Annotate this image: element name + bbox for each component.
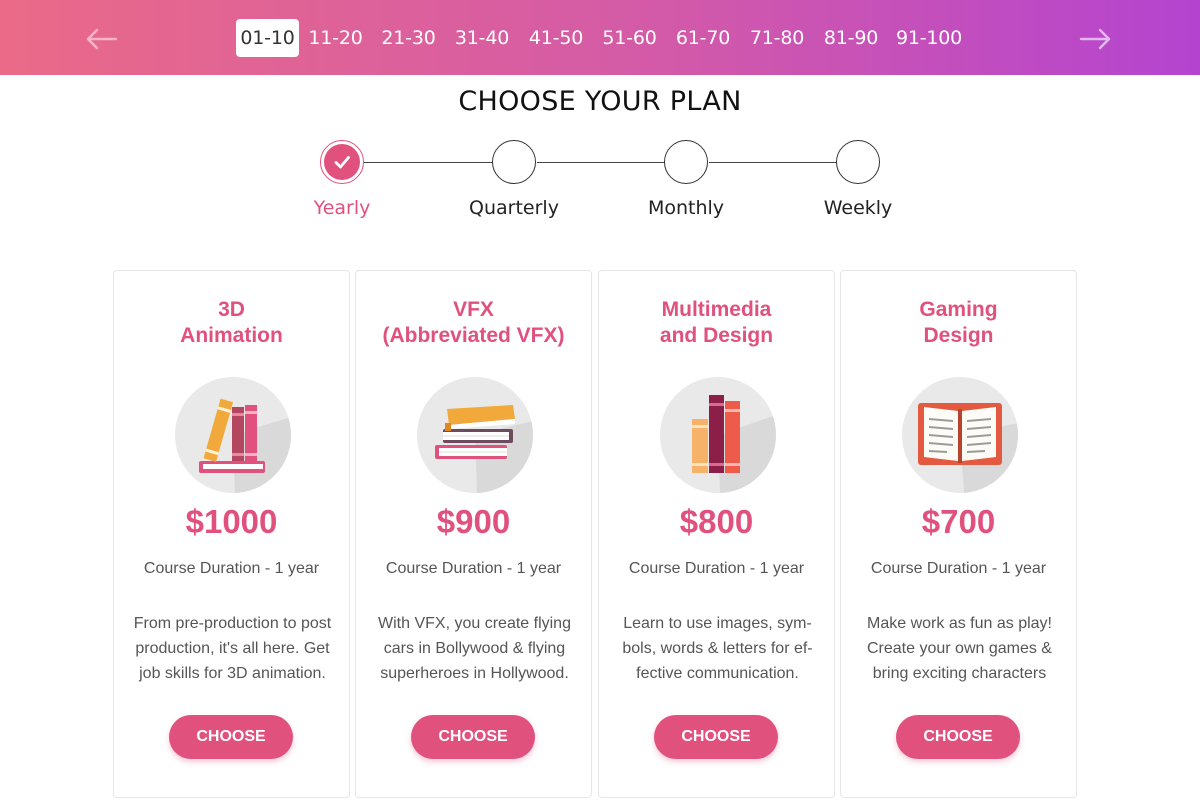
card-description-line: With VFX, you create flying xyxy=(378,615,571,632)
card-duration: Course Duration - 1 year xyxy=(628,560,805,577)
card-price: $1000 xyxy=(185,503,278,540)
card-description-line: production, it's all here. Get xyxy=(135,640,330,657)
step-label-quarterly[interactable]: Quarterly xyxy=(444,197,584,219)
card-description: From pre-production to post production, … xyxy=(126,611,339,686)
card-price: $700 xyxy=(921,503,996,540)
step-label-yearly[interactable]: Yearly xyxy=(272,197,412,219)
card-description-line: bring exciting characters xyxy=(872,665,1047,682)
choose-button[interactable]: CHOOSE xyxy=(654,715,778,759)
card-description-line: cars in Bollywood & flying xyxy=(383,640,566,657)
step-weekly-radio[interactable] xyxy=(836,140,880,184)
card-description: Make work as fun as play! Create your ow… xyxy=(853,611,1066,686)
card-duration: Course Duration - 1 year xyxy=(143,560,320,577)
stepper-connector xyxy=(537,162,666,163)
stepper-connector xyxy=(709,162,838,163)
plan-period-stepper: Yearly Quarterly Monthly Weekly xyxy=(0,0,1200,240)
step-label-monthly[interactable]: Monthly xyxy=(616,197,756,219)
card-duration: Course Duration - 1 year xyxy=(870,560,1047,577)
card-title-line: Multimedia xyxy=(661,298,772,321)
step-yearly-radio[interactable] xyxy=(320,140,364,184)
card-title: 3D Animation xyxy=(114,297,349,349)
card-title-line: Animation xyxy=(180,324,283,347)
choose-button[interactable]: CHOOSE xyxy=(169,715,293,759)
card-title-line: 3D xyxy=(218,298,245,321)
card-description-line: bols, words & letters for ef- xyxy=(622,640,813,657)
plan-card-vfx: VFX (Abbreviated VFX) $900 Course Durati… xyxy=(355,270,592,798)
card-title-line: VFX xyxy=(453,298,494,321)
card-description-line: fective communication. xyxy=(636,665,799,682)
open-book-icon xyxy=(902,377,1018,493)
books-pile-icon xyxy=(417,377,533,493)
card-description: Learn to use images, sym- bols, words & … xyxy=(611,611,824,686)
card-description-line: job skills for 3D animation. xyxy=(139,665,326,682)
plan-card-multimedia-design: Multimedia and Design $800 Course Durati… xyxy=(598,270,835,798)
choose-button[interactable]: CHOOSE xyxy=(896,715,1020,759)
card-title: Gaming Design xyxy=(841,297,1076,349)
card-description-line: Learn to use images, sym- xyxy=(623,615,812,632)
card-description-line: Create your own games & xyxy=(867,640,1052,657)
stepper-connector xyxy=(364,162,493,163)
card-description-line: Make work as fun as play! xyxy=(867,615,1052,632)
step-monthly-radio[interactable] xyxy=(664,140,708,184)
card-description: With VFX, you create flying cars in Boll… xyxy=(368,611,581,686)
step-quarterly-radio[interactable] xyxy=(492,140,536,184)
card-title-line: Design xyxy=(923,324,994,347)
plan-card-3d-animation: 3D Animation $1000 Course Duration - 1 y… xyxy=(113,270,350,798)
card-title-line: (Abbreviated VFX) xyxy=(382,324,565,347)
card-title-line: Gaming xyxy=(919,298,998,321)
plan-card-gaming-design: Gaming Design $700 Course Duration - 1 y… xyxy=(840,270,1077,798)
card-title: VFX (Abbreviated VFX) xyxy=(356,297,591,349)
card-price: $800 xyxy=(679,503,754,540)
step-label-weekly[interactable]: Weekly xyxy=(788,197,928,219)
card-price: $900 xyxy=(436,503,511,540)
books-stack-icon xyxy=(175,377,291,493)
card-title: Multimedia and Design xyxy=(599,297,834,349)
books-upright-icon xyxy=(660,377,776,493)
choose-button[interactable]: CHOOSE xyxy=(411,715,535,759)
card-title-line: and Design xyxy=(659,324,774,347)
card-description-line: superheroes in Hollywood. xyxy=(380,665,569,682)
check-icon xyxy=(324,144,360,180)
card-description-line: From pre-production to post xyxy=(133,615,332,632)
card-duration: Course Duration - 1 year xyxy=(385,560,562,577)
